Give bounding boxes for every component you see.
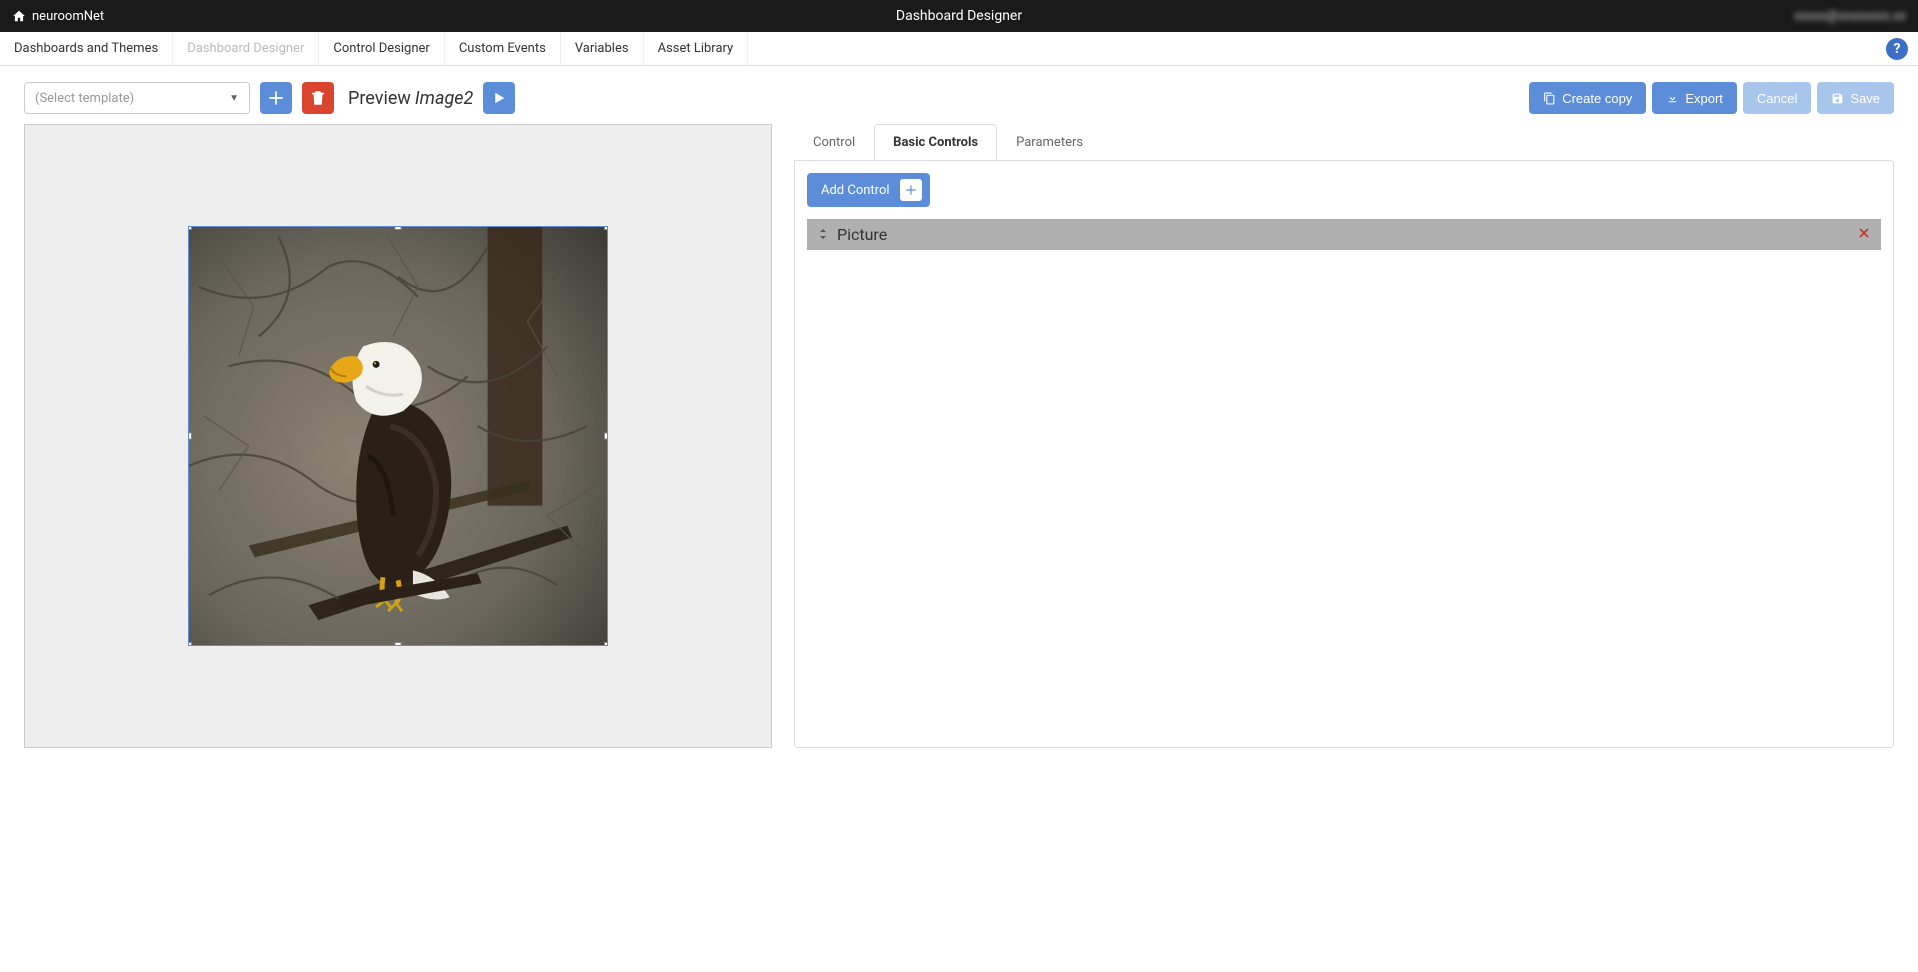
preview-label: Preview bbox=[348, 88, 411, 109]
brand-label[interactable]: neuroomNet bbox=[32, 9, 104, 24]
selected-image-control[interactable] bbox=[188, 226, 608, 646]
resize-handle-tl[interactable] bbox=[188, 226, 192, 230]
caret-down-icon: ▼ bbox=[229, 93, 239, 104]
create-copy-button[interactable]: Create copy bbox=[1529, 82, 1646, 114]
nav-tab-asset-library[interactable]: Asset Library bbox=[644, 32, 749, 65]
export-button[interactable]: Export bbox=[1652, 82, 1737, 114]
delete-control-button[interactable] bbox=[1857, 225, 1871, 244]
control-item-label: Picture bbox=[837, 225, 887, 244]
nav-tab-dashboards-themes[interactable]: Dashboards and Themes bbox=[0, 32, 173, 65]
user-info[interactable]: xxxxx@xxxxxxxx.xx bbox=[1794, 9, 1906, 24]
nav-tab-custom-events[interactable]: Custom Events bbox=[445, 32, 561, 65]
tab-basic-controls[interactable]: Basic Controls bbox=[874, 124, 997, 161]
save-button[interactable]: Save bbox=[1817, 82, 1894, 114]
drag-handle-icon[interactable] bbox=[817, 225, 829, 244]
side-tabs: Control Basic Controls Parameters bbox=[794, 124, 1894, 160]
help-button[interactable]: ? bbox=[1886, 38, 1908, 60]
side-panel: Control Basic Controls Parameters Add Co… bbox=[794, 124, 1894, 748]
side-panel-body: Add Control Picture bbox=[794, 160, 1894, 748]
plus-icon bbox=[900, 179, 922, 201]
nav-tabs: Dashboards and Themes Dashboard Designer… bbox=[0, 32, 1918, 66]
main-layout: Control Basic Controls Parameters Add Co… bbox=[0, 124, 1918, 768]
preview-label-group: Preview Image2 bbox=[348, 88, 473, 109]
add-control-button[interactable]: Add Control bbox=[807, 173, 930, 207]
nav-tab-dashboard-designer: Dashboard Designer bbox=[173, 32, 319, 65]
tab-parameters[interactable]: Parameters bbox=[997, 124, 1102, 160]
create-copy-label: Create copy bbox=[1562, 91, 1632, 106]
tab-control[interactable]: Control bbox=[794, 124, 874, 160]
nav-tab-control-designer[interactable]: Control Designer bbox=[319, 32, 444, 65]
save-label: Save bbox=[1850, 91, 1880, 106]
resize-handle-bm[interactable] bbox=[395, 642, 402, 646]
home-icon[interactable] bbox=[12, 9, 26, 23]
cancel-label: Cancel bbox=[1757, 91, 1797, 106]
delete-button[interactable] bbox=[302, 82, 334, 114]
template-placeholder: (Select template) bbox=[35, 91, 134, 106]
add-control-label: Add Control bbox=[821, 183, 890, 198]
control-list-item[interactable]: Picture bbox=[807, 219, 1881, 250]
resize-handle-tm[interactable] bbox=[395, 226, 402, 230]
resize-handle-bl[interactable] bbox=[188, 642, 192, 646]
nav-tab-variables[interactable]: Variables bbox=[561, 32, 644, 65]
toolbar: (Select template) ▼ Preview Image2 Creat… bbox=[0, 66, 1918, 124]
cancel-button[interactable]: Cancel bbox=[1743, 82, 1811, 114]
add-button[interactable] bbox=[260, 82, 292, 114]
play-button[interactable] bbox=[483, 82, 515, 114]
resize-handle-mr[interactable] bbox=[604, 433, 608, 440]
resize-handle-br[interactable] bbox=[604, 642, 608, 646]
export-label: Export bbox=[1685, 91, 1723, 106]
preview-name: Image2 bbox=[415, 88, 473, 109]
resize-handle-ml[interactable] bbox=[188, 433, 192, 440]
image-content bbox=[189, 227, 607, 645]
resize-handle-tr[interactable] bbox=[604, 226, 608, 230]
design-canvas[interactable] bbox=[24, 124, 772, 748]
template-select[interactable]: (Select template) ▼ bbox=[24, 82, 250, 114]
topbar: neuroomNet Dashboard Designer xxxxx@xxxx… bbox=[0, 0, 1918, 32]
page-title: Dashboard Designer bbox=[896, 8, 1022, 24]
